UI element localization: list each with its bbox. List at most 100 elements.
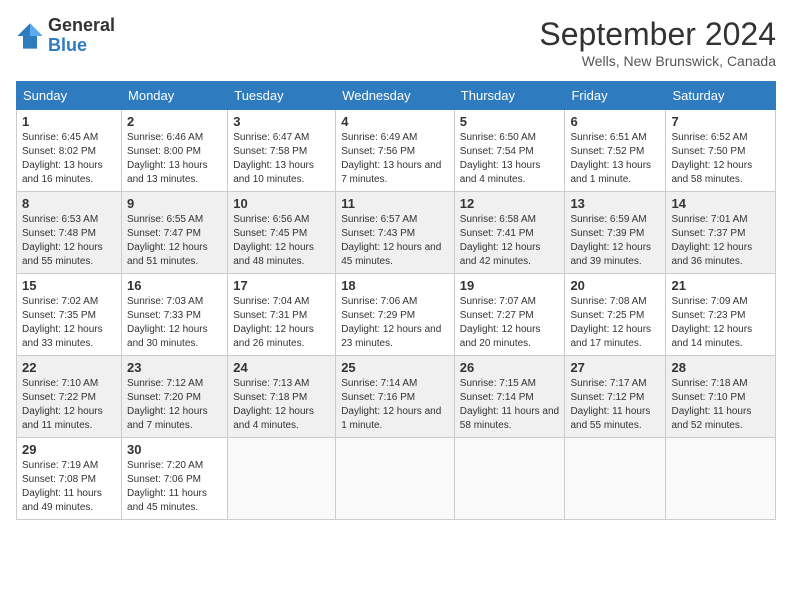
day-cell: 6 Sunrise: 6:51 AM Sunset: 7:52 PM Daylig… (565, 110, 666, 192)
day-number: 21 (671, 278, 770, 293)
day-number: 9 (127, 196, 222, 211)
logo-line1: General (48, 16, 115, 36)
month-title: September 2024 (539, 16, 776, 53)
day-cell: 5 Sunrise: 6:50 AM Sunset: 7:54 PM Daylig… (454, 110, 565, 192)
day-number: 15 (22, 278, 116, 293)
day-cell: 30 Sunrise: 7:20 AM Sunset: 7:06 PM Dayli… (122, 438, 228, 520)
day-number: 23 (127, 360, 222, 375)
day-number: 22 (22, 360, 116, 375)
day-info: Sunrise: 7:07 AM Sunset: 7:27 PM Dayligh… (460, 295, 560, 351)
day-cell (565, 438, 666, 520)
day-cell: 18 Sunrise: 7:06 AM Sunset: 7:29 PM Dayli… (336, 274, 455, 356)
day-number: 4 (341, 114, 449, 129)
day-number: 13 (570, 196, 660, 211)
day-number: 12 (460, 196, 560, 211)
day-number: 1 (22, 114, 116, 129)
day-info: Sunrise: 6:59 AM Sunset: 7:39 PM Dayligh… (570, 213, 660, 269)
day-info: Sunrise: 7:20 AM Sunset: 7:06 PM Dayligh… (127, 459, 222, 515)
day-info: Sunrise: 7:02 AM Sunset: 7:35 PM Dayligh… (22, 295, 116, 351)
day-cell (228, 438, 336, 520)
day-cell (454, 438, 565, 520)
day-cell: 27 Sunrise: 7:17 AM Sunset: 7:12 PM Dayli… (565, 356, 666, 438)
logo-line2: Blue (48, 36, 115, 56)
day-cell: 24 Sunrise: 7:13 AM Sunset: 7:18 PM Dayli… (228, 356, 336, 438)
day-number: 25 (341, 360, 449, 375)
day-number: 29 (22, 442, 116, 457)
day-number: 27 (570, 360, 660, 375)
day-info: Sunrise: 7:08 AM Sunset: 7:25 PM Dayligh… (570, 295, 660, 351)
day-number: 28 (671, 360, 770, 375)
day-info: Sunrise: 7:03 AM Sunset: 7:33 PM Dayligh… (127, 295, 222, 351)
day-number: 14 (671, 196, 770, 211)
day-number: 11 (341, 196, 449, 211)
day-cell: 2Sunrise: 6:46 AM Sunset: 8:00 PM Daylig… (122, 110, 228, 192)
day-cell: 11 Sunrise: 6:57 AM Sunset: 7:43 PM Dayli… (336, 192, 455, 274)
day-cell: 22 Sunrise: 7:10 AM Sunset: 7:22 PM Dayli… (17, 356, 122, 438)
day-number: 6 (570, 114, 660, 129)
header: General Blue September 2024 Wells, New B… (16, 16, 776, 69)
col-header-friday: Friday (565, 82, 666, 110)
day-info: Sunrise: 7:13 AM Sunset: 7:18 PM Dayligh… (233, 377, 330, 433)
day-cell: 23Sunrise: 7:12 AM Sunset: 7:20 PM Dayli… (122, 356, 228, 438)
week-row-5: 29 Sunrise: 7:19 AM Sunset: 7:08 PM Dayli… (17, 438, 776, 520)
day-info: Sunrise: 7:14 AM Sunset: 7:16 PM Dayligh… (341, 377, 449, 433)
day-number: 26 (460, 360, 560, 375)
logo-text: General Blue (48, 16, 115, 56)
day-cell: 20 Sunrise: 7:08 AM Sunset: 7:25 PM Dayli… (565, 274, 666, 356)
day-info: Sunrise: 6:52 AM Sunset: 7:50 PM Dayligh… (671, 131, 770, 187)
day-info: Sunrise: 7:19 AM Sunset: 7:08 PM Dayligh… (22, 459, 116, 515)
day-cell: 9Sunrise: 6:55 AM Sunset: 7:47 PM Daylig… (122, 192, 228, 274)
day-cell: 29 Sunrise: 7:19 AM Sunset: 7:08 PM Dayli… (17, 438, 122, 520)
week-row-2: 8 Sunrise: 6:53 AM Sunset: 7:48 PM Daylig… (17, 192, 776, 274)
day-info: Sunrise: 6:46 AM Sunset: 8:00 PM Dayligh… (127, 131, 222, 187)
day-cell: 4 Sunrise: 6:49 AM Sunset: 7:56 PM Daylig… (336, 110, 455, 192)
location: Wells, New Brunswick, Canada (539, 53, 776, 69)
day-cell: 13 Sunrise: 6:59 AM Sunset: 7:39 PM Dayli… (565, 192, 666, 274)
day-number: 7 (671, 114, 770, 129)
day-number: 19 (460, 278, 560, 293)
week-row-4: 22 Sunrise: 7:10 AM Sunset: 7:22 PM Dayli… (17, 356, 776, 438)
day-cell: 28 Sunrise: 7:18 AM Sunset: 7:10 PM Dayli… (666, 356, 776, 438)
day-number: 17 (233, 278, 330, 293)
day-number: 5 (460, 114, 560, 129)
col-header-thursday: Thursday (454, 82, 565, 110)
title-area: September 2024 Wells, New Brunswick, Can… (539, 16, 776, 69)
day-cell: 8 Sunrise: 6:53 AM Sunset: 7:48 PM Daylig… (17, 192, 122, 274)
day-info: Sunrise: 7:06 AM Sunset: 7:29 PM Dayligh… (341, 295, 449, 351)
col-header-monday: Monday (122, 82, 228, 110)
day-cell: 26 Sunrise: 7:15 AM Sunset: 7:14 PM Dayli… (454, 356, 565, 438)
day-info: Sunrise: 6:49 AM Sunset: 7:56 PM Dayligh… (341, 131, 449, 187)
day-info: Sunrise: 7:17 AM Sunset: 7:12 PM Dayligh… (570, 377, 660, 433)
day-number: 10 (233, 196, 330, 211)
day-info: Sunrise: 6:56 AM Sunset: 7:45 PM Dayligh… (233, 213, 330, 269)
day-info: Sunrise: 6:47 AM Sunset: 7:58 PM Dayligh… (233, 131, 330, 187)
day-info: Sunrise: 6:53 AM Sunset: 7:48 PM Dayligh… (22, 213, 116, 269)
day-number: 18 (341, 278, 449, 293)
day-cell (336, 438, 455, 520)
day-info: Sunrise: 6:51 AM Sunset: 7:52 PM Dayligh… (570, 131, 660, 187)
day-cell: 21 Sunrise: 7:09 AM Sunset: 7:23 PM Dayli… (666, 274, 776, 356)
day-cell: 25 Sunrise: 7:14 AM Sunset: 7:16 PM Dayli… (336, 356, 455, 438)
day-info: Sunrise: 7:18 AM Sunset: 7:10 PM Dayligh… (671, 377, 770, 433)
day-cell: 10 Sunrise: 6:56 AM Sunset: 7:45 PM Dayli… (228, 192, 336, 274)
day-cell: 17Sunrise: 7:04 AM Sunset: 7:31 PM Dayli… (228, 274, 336, 356)
logo-icon (16, 22, 44, 50)
day-cell: 14 Sunrise: 7:01 AM Sunset: 7:37 PM Dayli… (666, 192, 776, 274)
col-header-saturday: Saturday (666, 82, 776, 110)
day-info: Sunrise: 7:09 AM Sunset: 7:23 PM Dayligh… (671, 295, 770, 351)
day-number: 30 (127, 442, 222, 457)
day-number: 20 (570, 278, 660, 293)
day-info: Sunrise: 7:15 AM Sunset: 7:14 PM Dayligh… (460, 377, 560, 433)
day-cell: 3Sunrise: 6:47 AM Sunset: 7:58 PM Daylig… (228, 110, 336, 192)
day-info: Sunrise: 6:50 AM Sunset: 7:54 PM Dayligh… (460, 131, 560, 187)
day-number: 16 (127, 278, 222, 293)
col-header-sunday: Sunday (17, 82, 122, 110)
day-info: Sunrise: 6:58 AM Sunset: 7:41 PM Dayligh… (460, 213, 560, 269)
day-info: Sunrise: 7:10 AM Sunset: 7:22 PM Dayligh… (22, 377, 116, 433)
day-cell: 15 Sunrise: 7:02 AM Sunset: 7:35 PM Dayli… (17, 274, 122, 356)
logo: General Blue (16, 16, 115, 56)
day-info: Sunrise: 7:01 AM Sunset: 7:37 PM Dayligh… (671, 213, 770, 269)
day-number: 8 (22, 196, 116, 211)
day-info: Sunrise: 6:57 AM Sunset: 7:43 PM Dayligh… (341, 213, 449, 269)
day-number: 24 (233, 360, 330, 375)
